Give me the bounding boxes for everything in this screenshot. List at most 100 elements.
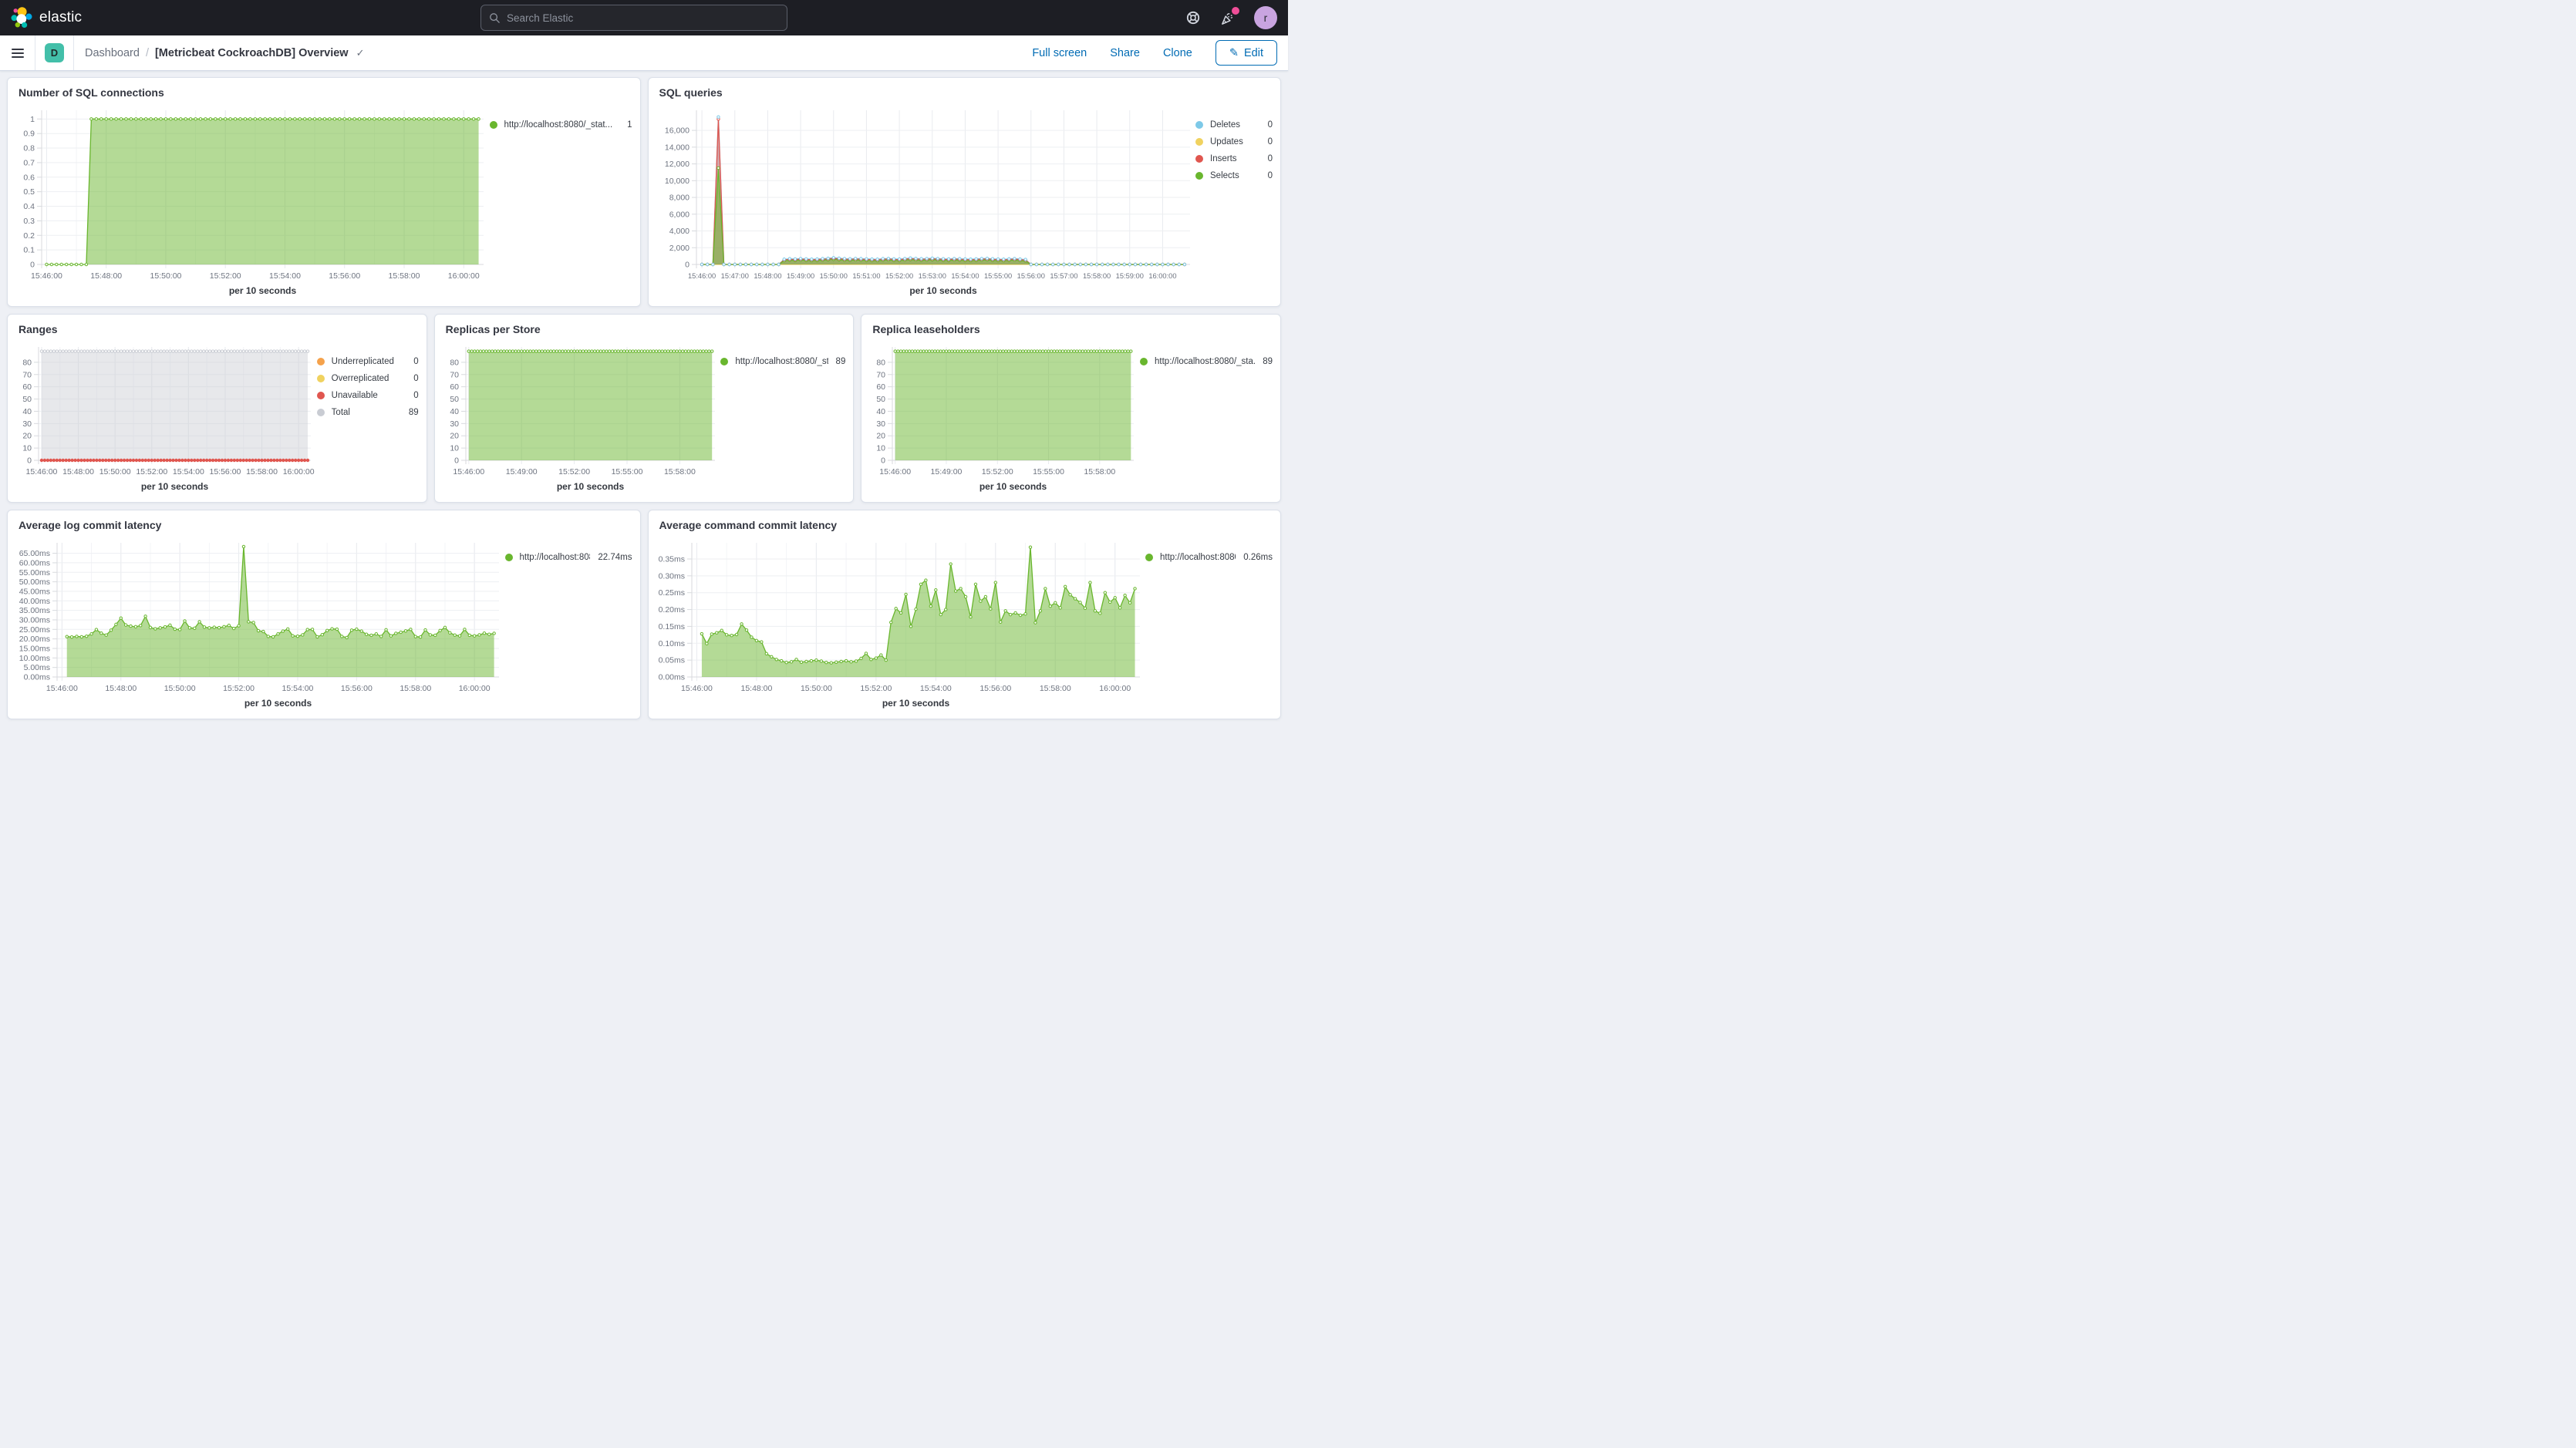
- legend-value: 0: [1260, 171, 1273, 180]
- search-input[interactable]: [507, 12, 779, 24]
- nav-row: D Dashboard / [Metricbeat CockroachDB] O…: [0, 35, 1288, 71]
- legend-item[interactable]: Selects0: [1195, 167, 1273, 184]
- svg-text:40.00ms: 40.00ms: [19, 597, 50, 606]
- svg-text:15:46:00: 15:46:00: [26, 467, 58, 476]
- svg-text:15:56:00: 15:56:00: [329, 271, 360, 281]
- svg-text:70: 70: [450, 370, 459, 379]
- legend-item[interactable]: Overreplicated0: [317, 370, 419, 387]
- legend: Underreplicated0Overreplicated0Unavailab…: [317, 338, 419, 496]
- svg-text:15:50:00: 15:50:00: [150, 271, 182, 281]
- legend-item[interactable]: Total89: [317, 404, 419, 421]
- svg-text:0.00ms: 0.00ms: [24, 673, 50, 682]
- svg-text:35.00ms: 35.00ms: [19, 606, 50, 615]
- panel-p5: Replica leaseholders8070605040302010015:…: [861, 314, 1281, 503]
- svg-text:0: 0: [27, 456, 32, 466]
- svg-text:15:46:00: 15:46:00: [880, 467, 912, 476]
- full-screen-button[interactable]: Full screen: [1032, 47, 1087, 59]
- search-icon: [489, 12, 501, 24]
- legend-value: 0: [406, 357, 418, 366]
- svg-text:per 10 seconds: per 10 seconds: [229, 285, 297, 296]
- svg-text:per 10 seconds: per 10 seconds: [979, 481, 1047, 492]
- legend-dot-icon: [1195, 155, 1203, 163]
- svg-text:55.00ms: 55.00ms: [19, 568, 50, 578]
- legend-label: http://localhost:8080/_sta...: [1155, 357, 1255, 366]
- svg-text:15:47:00: 15:47:00: [720, 272, 748, 280]
- svg-text:0.6: 0.6: [23, 173, 35, 182]
- legend-label: http://localhost:808...: [520, 553, 591, 562]
- legend-dot-icon: [505, 554, 513, 561]
- svg-text:15:48:00: 15:48:00: [105, 684, 137, 693]
- legend-item[interactable]: Underreplicated0: [317, 353, 419, 370]
- legend-label: http://localhost:8080...: [1160, 553, 1236, 562]
- svg-text:0.9: 0.9: [23, 130, 35, 139]
- legend: http://localhost:8080/_sta...89: [720, 338, 845, 496]
- dashboard-row-2: Ranges8070605040302010015:46:0015:48:001…: [7, 314, 1281, 503]
- svg-text:15:52:00: 15:52:00: [885, 272, 913, 280]
- svg-text:15:54:00: 15:54:00: [951, 272, 979, 280]
- share-button[interactable]: Share: [1110, 47, 1140, 59]
- svg-text:0.2: 0.2: [23, 231, 35, 241]
- menu-toggle-icon[interactable]: [0, 35, 35, 70]
- svg-text:per 10 seconds: per 10 seconds: [556, 481, 624, 492]
- svg-text:50: 50: [22, 395, 32, 404]
- svg-text:16:00:00: 16:00:00: [448, 271, 480, 281]
- legend-item[interactable]: http://localhost:8080/_sta...89: [1140, 353, 1273, 370]
- svg-text:15:52:00: 15:52:00: [982, 467, 1013, 476]
- legend-item[interactable]: http://localhost:808...22.74ms: [505, 549, 632, 566]
- chart-p5: 8070605040302010015:46:0015:49:0015:52:0…: [869, 338, 1140, 496]
- legend-item[interactable]: Updates0: [1195, 133, 1273, 150]
- dashboard-app-badge[interactable]: D: [45, 43, 64, 62]
- svg-text:0.15ms: 0.15ms: [658, 622, 684, 631]
- panel-p1: Number of SQL connections10.90.80.70.60.…: [7, 77, 641, 307]
- legend-dot-icon: [490, 121, 497, 129]
- legend-item[interactable]: Inserts0: [1195, 150, 1273, 167]
- legend-item[interactable]: Unavailable0: [317, 387, 419, 404]
- dashboard-row-3: Average log commit latency65.00ms60.00ms…: [7, 510, 1281, 719]
- legend: http://localhost:808...22.74ms: [505, 534, 632, 712]
- svg-text:80: 80: [877, 358, 886, 367]
- legend-value: 0: [1260, 154, 1273, 163]
- breadcrumb-dashboard-link[interactable]: Dashboard: [85, 47, 140, 59]
- elastic-brand[interactable]: elastic: [11, 7, 82, 29]
- notification-dot: [1232, 7, 1239, 15]
- pencil-icon: ✎: [1229, 47, 1239, 59]
- svg-text:0: 0: [454, 456, 459, 466]
- svg-text:15:50:00: 15:50:00: [800, 684, 831, 693]
- dashboard-grid: Number of SQL connections10.90.80.70.60.…: [0, 71, 1288, 726]
- svg-text:1: 1: [30, 115, 35, 124]
- svg-text:0.1: 0.1: [23, 246, 35, 255]
- legend-value: 89: [828, 357, 846, 366]
- legend-item[interactable]: http://localhost:8080/_sta...89: [720, 353, 845, 370]
- global-search[interactable]: [480, 5, 787, 31]
- breadcrumb-separator: /: [146, 47, 149, 59]
- legend-dot-icon: [1195, 121, 1203, 129]
- legend: http://localhost:8080...0.26ms: [1145, 534, 1273, 712]
- panel-title: Replica leaseholders: [869, 321, 1273, 338]
- svg-text:15:54:00: 15:54:00: [919, 684, 951, 693]
- svg-text:10: 10: [450, 444, 459, 453]
- legend-item[interactable]: Deletes0: [1195, 116, 1273, 133]
- edit-button[interactable]: ✎ Edit: [1216, 40, 1277, 66]
- svg-text:25.00ms: 25.00ms: [19, 625, 50, 635]
- svg-text:40: 40: [450, 407, 459, 416]
- svg-text:15:46:00: 15:46:00: [31, 271, 62, 281]
- svg-text:0: 0: [30, 261, 35, 270]
- svg-text:15:55:00: 15:55:00: [1033, 467, 1064, 476]
- user-avatar[interactable]: r: [1254, 6, 1277, 29]
- svg-text:20.00ms: 20.00ms: [19, 635, 50, 644]
- svg-text:0.10ms: 0.10ms: [658, 639, 684, 648]
- whats-new-icon[interactable]: [1219, 10, 1236, 26]
- svg-text:15:50:00: 15:50:00: [99, 467, 131, 476]
- chart-p3: 8070605040302010015:46:0015:48:0015:50:0…: [15, 338, 317, 496]
- legend-label: Updates: [1210, 137, 1243, 146]
- legend-item[interactable]: http://localhost:8080...0.26ms: [1145, 549, 1273, 566]
- svg-text:15:56:00: 15:56:00: [341, 684, 373, 693]
- svg-text:15:56:00: 15:56:00: [1017, 272, 1044, 280]
- legend-dot-icon: [1140, 358, 1148, 365]
- help-icon[interactable]: [1185, 10, 1201, 25]
- clone-button[interactable]: Clone: [1163, 47, 1192, 59]
- panel-p2: SQL queries16,00014,00012,00010,0008,000…: [648, 77, 1282, 307]
- check-icon: ✓: [356, 47, 365, 59]
- chart-p6: 65.00ms60.00ms55.00ms50.00ms45.00ms40.00…: [15, 534, 505, 712]
- legend-item[interactable]: http://localhost:8080/_stat...1: [490, 116, 632, 133]
